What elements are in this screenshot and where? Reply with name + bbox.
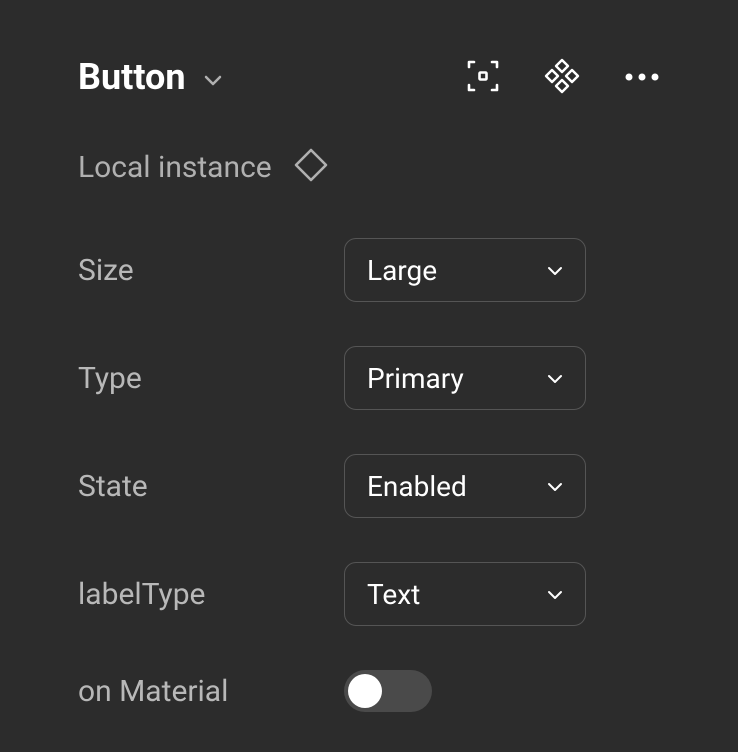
component-actions-button[interactable] xyxy=(544,58,580,97)
chevron-down-icon xyxy=(547,477,563,496)
property-labeltype: labelType Text xyxy=(78,562,660,626)
dropdown-value-state: Enabled xyxy=(367,470,467,503)
component-title: Button xyxy=(78,56,186,98)
chevron-down-icon xyxy=(547,261,563,280)
dropdown-state[interactable]: Enabled xyxy=(344,454,586,518)
chevron-down-icon xyxy=(547,369,563,388)
panel-header: Button xyxy=(78,56,660,98)
dropdown-value-labeltype: Text xyxy=(367,578,420,611)
chevron-down-icon xyxy=(204,68,222,87)
property-onmaterial: on Material xyxy=(78,670,660,712)
header-actions xyxy=(466,58,660,97)
toggle-knob xyxy=(348,674,382,708)
select-variant-button[interactable] xyxy=(466,59,500,96)
toggle-onmaterial[interactable] xyxy=(344,670,432,712)
instance-label: Local instance xyxy=(78,150,272,185)
component-title-group[interactable]: Button xyxy=(78,56,222,98)
property-state: State Enabled xyxy=(78,454,660,518)
variant-grid-icon xyxy=(466,59,500,96)
dropdown-size[interactable]: Large xyxy=(344,238,586,302)
dropdown-type[interactable]: Primary xyxy=(344,346,586,410)
dropdown-value-size: Large xyxy=(367,254,437,287)
diamond-quad-icon xyxy=(544,58,580,97)
properties-panel: Button xyxy=(0,0,738,752)
diamond-outline-icon xyxy=(292,146,330,188)
property-label-state: State xyxy=(78,469,344,504)
property-label-labeltype: labelType xyxy=(78,577,344,612)
property-type: Type Primary xyxy=(78,346,660,410)
dropdown-value-type: Primary xyxy=(367,362,464,395)
property-size: Size Large xyxy=(78,238,660,302)
property-label-onmaterial: on Material xyxy=(78,674,344,709)
instance-info[interactable]: Local instance xyxy=(78,146,660,188)
more-horizontal-icon xyxy=(624,70,660,85)
more-options-button[interactable] xyxy=(624,70,660,85)
property-label-size: Size xyxy=(78,253,344,288)
property-label-type: Type xyxy=(78,361,344,396)
chevron-down-icon xyxy=(547,585,563,604)
dropdown-labeltype[interactable]: Text xyxy=(344,562,586,626)
